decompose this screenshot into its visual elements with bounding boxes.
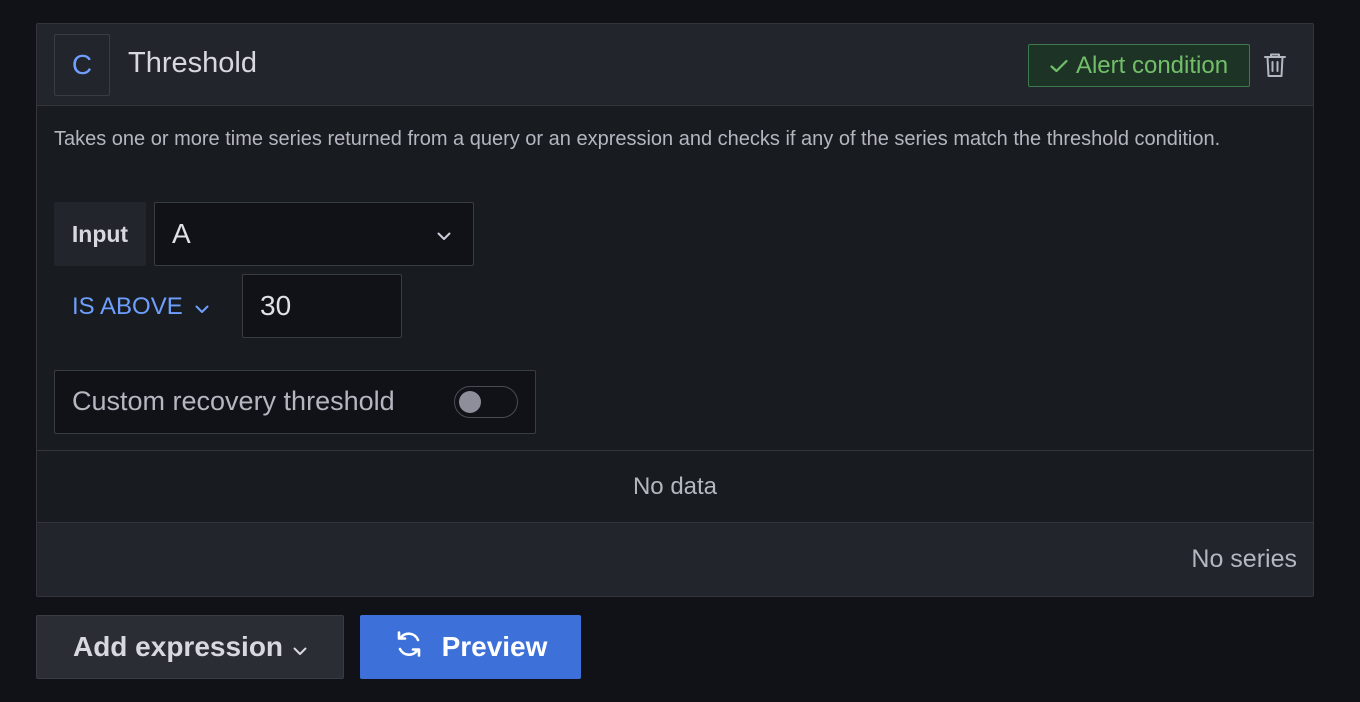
ref-id-badge[interactable]: C [54,34,110,96]
chevron-down-icon [437,228,451,246]
alert-condition-badge[interactable]: Alert condition [1028,44,1250,87]
chevron-down-icon [195,293,209,321]
refresh-icon [394,629,424,666]
clipped-previous-section [36,0,1316,8]
expression-card: C Threshold Alert condition Takes one or… [36,23,1314,597]
trash-icon[interactable] [1261,51,1289,79]
no-series-message: No series [1191,545,1297,573]
no-data-message: No data [37,450,1313,523]
toggle-knob [459,391,481,413]
operator-dropdown[interactable]: IS ABOVE [72,290,209,324]
threshold-value: 30 [260,290,292,321]
threshold-value-input[interactable]: 30 [242,274,402,338]
input-select[interactable]: A [154,202,474,266]
input-label: Input [54,202,146,266]
chevron-down-icon [293,631,307,663]
results-footer: No series [37,523,1313,596]
add-expression-label: Add expression [72,631,284,662]
expression-title: Threshold [128,47,257,79]
preview-button[interactable]: Preview [360,615,581,679]
expression-description: Takes one or more time series returned f… [54,128,1221,150]
preview-label: Preview [441,631,548,662]
custom-recovery-threshold: Custom recovery threshold [54,370,536,434]
alert-condition-label: Alert condition [1075,51,1229,79]
operator-label: IS ABOVE [72,293,183,320]
alert-rule-expressions: C Threshold Alert condition Takes one or… [0,0,1360,702]
custom-recovery-toggle[interactable] [454,386,518,418]
custom-recovery-label: Custom recovery threshold [72,386,395,416]
input-select-value: A [172,218,191,249]
add-expression-button[interactable]: Add expression [36,615,344,679]
check-icon [1050,59,1068,73]
expression-header: C Threshold Alert condition [37,24,1313,106]
